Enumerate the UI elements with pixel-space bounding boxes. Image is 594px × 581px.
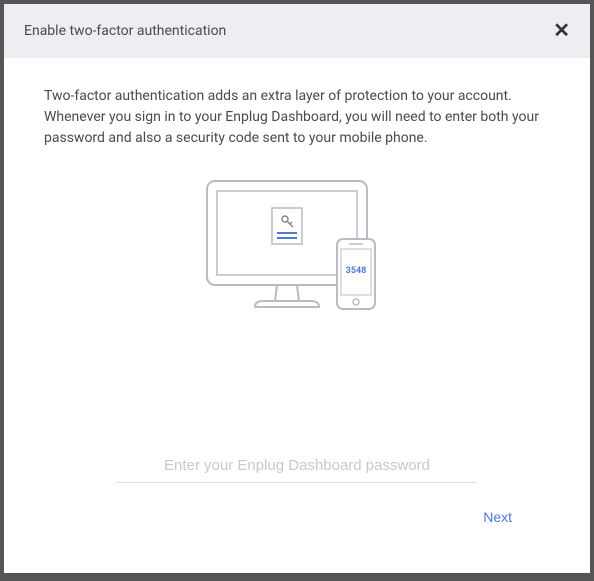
two-factor-illustration: 3548	[44, 173, 550, 333]
close-icon: ✕	[553, 20, 570, 42]
password-input-wrapper	[44, 449, 550, 483]
close-button[interactable]: ✕	[553, 21, 570, 41]
password-input[interactable]	[117, 449, 477, 483]
modal-title: Enable two-factor authentication	[24, 23, 226, 39]
modal-footer: Next	[44, 483, 550, 553]
description-text: Two-factor authentication adds an extra …	[44, 86, 550, 149]
monitor-phone-icon: 3548	[187, 173, 407, 333]
phone-code-text: 3548	[346, 266, 367, 276]
modal-body: Two-factor authentication adds an extra …	[4, 58, 590, 573]
next-button[interactable]: Next	[473, 503, 522, 531]
modal-container: Enable two-factor authentication ✕ Two-f…	[4, 4, 590, 573]
modal-header: Enable two-factor authentication ✕	[4, 4, 590, 58]
